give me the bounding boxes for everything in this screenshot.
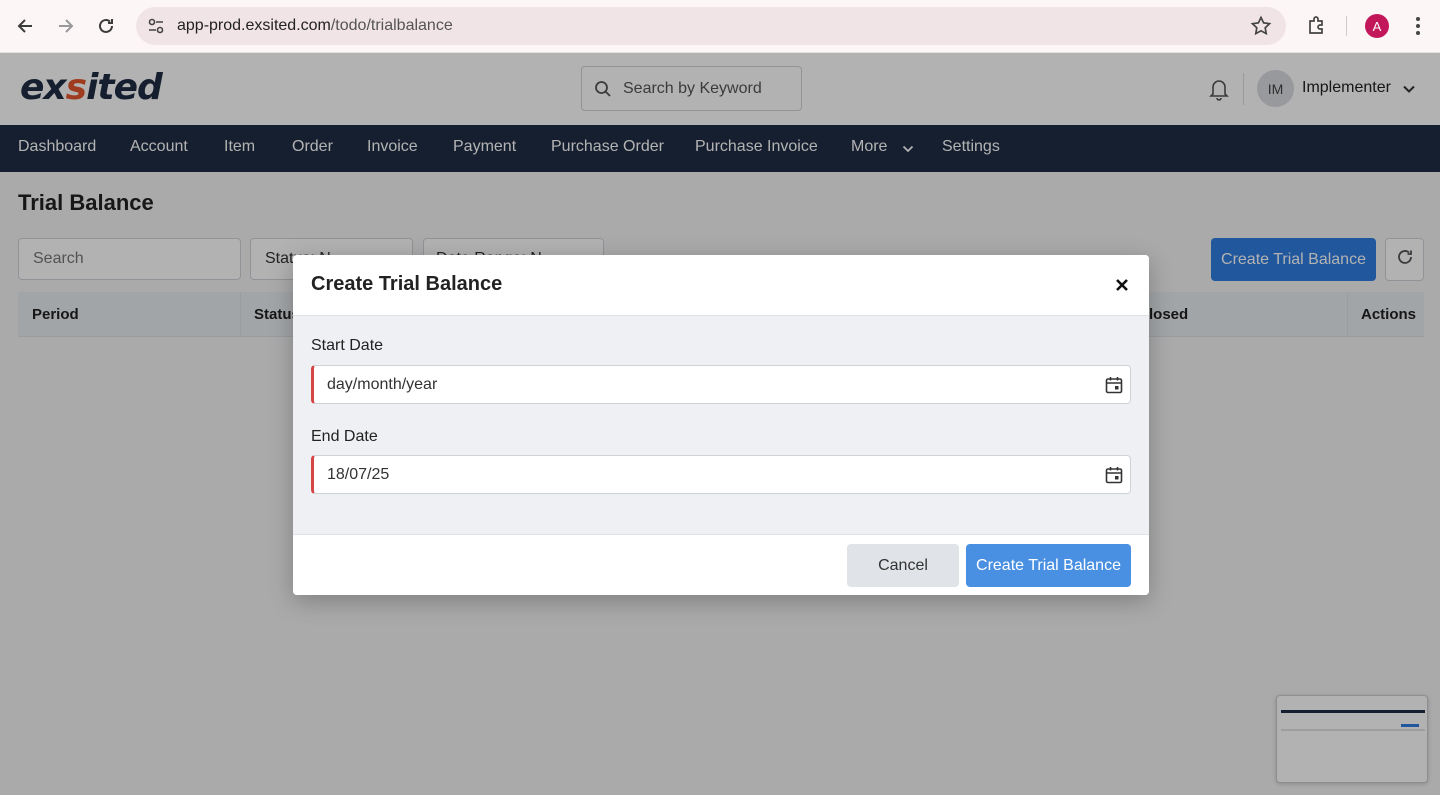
calendar-icon[interactable] (1104, 465, 1124, 485)
create-trial-balance-modal: Create Trial Balance Start Date day/mont… (293, 255, 1149, 595)
url-host: app-prod.exsited.com (177, 17, 331, 34)
toolbar-divider (1346, 16, 1347, 36)
start-date-value: day/month/year (327, 376, 438, 393)
bookmark-star-icon[interactable] (1250, 15, 1272, 37)
browser-profile-avatar[interactable]: A (1365, 14, 1389, 38)
back-icon[interactable] (12, 12, 40, 40)
start-date-field[interactable]: day/month/year (311, 365, 1131, 404)
end-date-field[interactable]: 18/07/25 (311, 455, 1131, 494)
site-settings-icon[interactable] (146, 16, 166, 36)
modal-header: Create Trial Balance (293, 255, 1149, 316)
url-path: /todo/trialbalance (330, 17, 453, 34)
modal-footer: Cancel Create Trial Balance (293, 534, 1149, 595)
close-icon[interactable] (1113, 276, 1131, 294)
modal-title: Create Trial Balance (311, 273, 503, 295)
browser-menu-icon[interactable] (1408, 14, 1428, 38)
forward-icon[interactable] (51, 12, 79, 40)
start-date-label: Start Date (311, 337, 384, 354)
url-text: app-prod.exsited.com/todo/trialbalance (177, 17, 453, 35)
submit-create-trial-balance-button[interactable]: Create Trial Balance (966, 544, 1131, 587)
modal-body: Start Date day/month/year End Date 18/07… (293, 316, 1149, 534)
cancel-button[interactable]: Cancel (847, 544, 959, 587)
extensions-icon[interactable] (1305, 13, 1329, 37)
end-date-value: 18/07/25 (327, 466, 390, 483)
browser-toolbar: app-prod.exsited.com/todo/trialbalance A (0, 0, 1440, 53)
address-bar[interactable]: app-prod.exsited.com/todo/trialbalance (136, 7, 1286, 45)
calendar-icon[interactable] (1104, 375, 1124, 395)
reload-icon[interactable] (92, 12, 120, 40)
end-date-label: End Date (311, 428, 378, 445)
